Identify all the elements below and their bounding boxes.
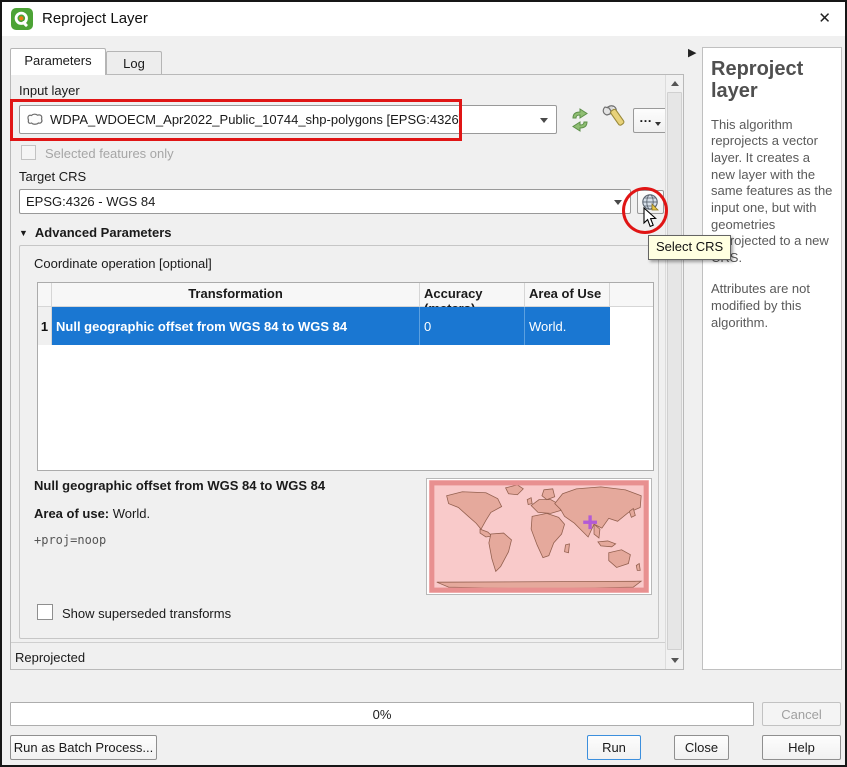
input-layer-label: Input layer <box>19 83 80 98</box>
accuracy-cell: 0 <box>420 307 525 345</box>
world-map-image <box>428 480 650 593</box>
separator <box>11 642 683 643</box>
output-layer-label: Reprojected <box>15 650 85 665</box>
dialog-window: Reproject Layer ✕ Parameters Log ▶ Input… <box>0 0 847 767</box>
tab-parameters[interactable]: Parameters <box>10 48 106 75</box>
target-crs-label: Target CRS <box>19 169 86 184</box>
scroll-down-button[interactable] <box>666 652 683 669</box>
transform-area-of-use: Area of use: World. <box>34 506 150 521</box>
polygon-layer-icon <box>26 112 44 127</box>
area-cell: World. <box>525 307 610 345</box>
coordinate-operation-label: Coordinate operation [optional] <box>34 256 212 271</box>
transforms-table: Transformation Accuracy (meters) Area of… <box>37 282 654 471</box>
header-filler <box>610 283 653 306</box>
scrollbar-thumb[interactable] <box>667 92 682 650</box>
table-header-row: Transformation Accuracy (meters) Area of… <box>38 283 653 307</box>
area-of-use-value: World. <box>109 506 150 521</box>
mouse-cursor-icon <box>643 207 657 228</box>
help-button[interactable]: Help <box>762 735 841 760</box>
selected-features-checkbox[interactable] <box>21 145 36 160</box>
window-title: Reproject Layer <box>42 10 148 27</box>
transform-detail-title: Null geographic offset from WGS 84 to WG… <box>34 478 325 493</box>
ellipsis-icon: … <box>639 110 652 125</box>
help-title: Reproject layer <box>711 58 833 103</box>
advanced-options-wrench-icon[interactable] <box>601 104 629 134</box>
help-paragraph: Attributes are not modified by this algo… <box>711 281 833 331</box>
parameters-pane: Input layer WDPA_WDOECM_Apr2022_Public_1… <box>10 74 684 670</box>
accuracy-column-header[interactable]: Accuracy (meters) <box>420 283 525 306</box>
chevron-down-icon <box>655 122 661 126</box>
target-crs-select[interactable]: EPSG:4326 - WGS 84 <box>19 189 631 214</box>
show-superseded-label: Show superseded transforms <box>62 606 231 621</box>
help-panel: Reproject layer This algorithm reproject… <box>702 47 842 670</box>
arrow-up-icon <box>671 81 679 86</box>
select-crs-tooltip: Select CRS <box>648 235 731 260</box>
browse-options-button[interactable]: … <box>633 108 667 133</box>
area-of-use-map <box>426 478 652 595</box>
area-column-header[interactable]: Area of Use <box>525 283 610 306</box>
area-of-use-label: Area of use: <box>34 506 109 521</box>
vertical-scrollbar[interactable] <box>665 75 683 669</box>
scroll-up-button[interactable] <box>666 75 683 92</box>
tab-log[interactable]: Log <box>106 51 162 75</box>
input-layer-select[interactable]: WDPA_WDOECM_Apr2022_Public_10744_shp-pol… <box>19 105 557 134</box>
table-row[interactable]: 1 Null geographic offset from WGS 84 to … <box>38 307 653 345</box>
proj-string: +proj=noop <box>34 533 106 547</box>
show-superseded-checkbox[interactable] <box>37 604 53 620</box>
transformation-column-header[interactable]: Transformation <box>52 283 420 306</box>
chevron-down-icon <box>540 118 548 123</box>
row-number-header <box>38 283 52 306</box>
advanced-parameters-label: Advanced Parameters <box>35 225 172 240</box>
close-icon[interactable]: ✕ <box>818 9 831 27</box>
collapse-panel-icon[interactable]: ▶ <box>688 46 696 59</box>
coordinate-operation-group: Coordinate operation [optional] Transfor… <box>19 245 659 639</box>
row-number: 1 <box>38 307 52 345</box>
target-crs-value: EPSG:4326 - WGS 84 <box>26 194 155 209</box>
progress-bar: 0% <box>10 702 754 726</box>
close-button[interactable]: Close <box>674 735 729 760</box>
run-as-batch-button[interactable]: Run as Batch Process... <box>10 735 157 760</box>
transformation-cell: Null geographic offset from WGS 84 to WG… <box>52 307 420 345</box>
input-layer-value: WDPA_WDOECM_Apr2022_Public_10744_shp-pol… <box>50 112 462 127</box>
run-button[interactable]: Run <box>587 735 641 760</box>
arrow-down-icon <box>671 658 679 663</box>
chevron-down-icon <box>614 200 622 205</box>
iterate-over-layer-icon[interactable] <box>566 106 594 134</box>
selected-features-label: Selected features only <box>45 146 174 161</box>
qgis-logo-icon <box>11 8 33 30</box>
section-expanded-icon: ▼ <box>19 228 28 238</box>
cancel-button[interactable]: Cancel <box>762 702 841 726</box>
title-bar: Reproject Layer ✕ <box>2 2 845 36</box>
advanced-parameters-header[interactable]: ▼ Advanced Parameters <box>19 225 172 240</box>
